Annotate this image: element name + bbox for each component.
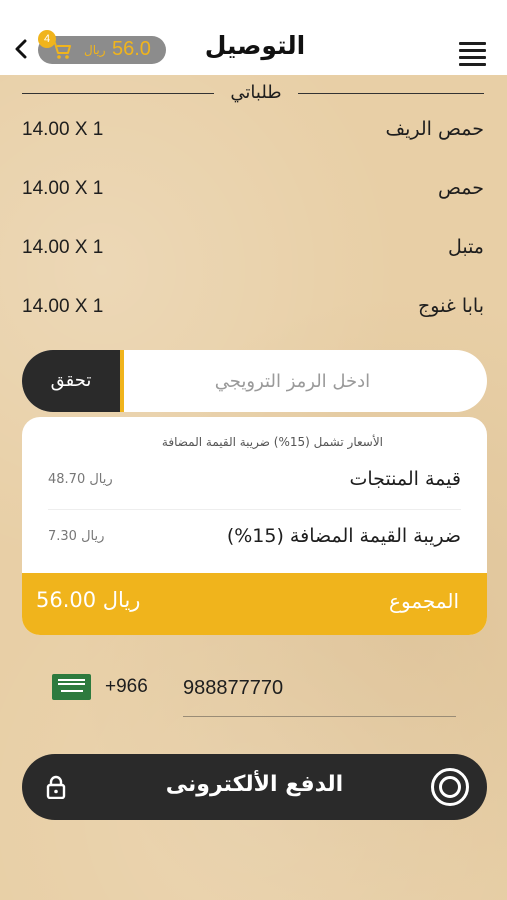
divider [48, 509, 461, 510]
order-qty-price: 14.00 X 1 [22, 237, 104, 258]
cart-amount: 56.0 [112, 38, 151, 60]
order-item: 14.00 X 1 حمص الريف [22, 117, 484, 147]
products-total-row: قيمة المنتجات 48.70 ريال [22, 462, 487, 502]
country-code[interactable]: +966 [105, 676, 148, 698]
phone-number-input[interactable] [183, 670, 456, 706]
app-header: 4 ريال 56.0 التوصيل [0, 0, 507, 75]
order-qty-price: 14.00 X 1 [22, 119, 104, 140]
cart-summary-button[interactable]: 4 ريال 56.0 [38, 30, 166, 64]
order-item: 14.00 X 1 بابا غنوج [22, 294, 484, 324]
vat-row: ضريبة القيمة المضافة (15%) 7.30 ريال [22, 519, 487, 559]
order-item: 14.00 X 1 متبل [22, 235, 484, 265]
vat-note: الأسعار تشمل (15%) ضريبة القيمة المضافة [161, 435, 383, 449]
order-name: متبل [447, 236, 484, 258]
order-qty-price: 14.00 X 1 [22, 296, 104, 317]
hamburger-menu-icon[interactable] [459, 42, 486, 66]
payment-button-label: الدفع الألكترونى [165, 772, 344, 797]
order-item: 14.00 X 1 حمص [22, 176, 484, 206]
radio-selected-icon[interactable] [431, 768, 469, 806]
vat-label: ضريبة القيمة المضافة (15%) [226, 525, 461, 547]
electronic-payment-button[interactable]: الدفع الألكترونى [22, 754, 487, 820]
total-bar: المجموع 56.00 ريال [22, 573, 487, 635]
order-name: بابا غنوج [418, 295, 484, 317]
promo-code-field: تحقق [22, 350, 487, 412]
divider [298, 93, 484, 94]
order-qty-price: 14.00 X 1 [22, 178, 104, 199]
saudi-flag-icon[interactable] [52, 674, 91, 700]
total-value: 56.00 ريال [36, 588, 141, 612]
cart-count-badge: 4 [38, 30, 56, 48]
order-name: حمص [437, 177, 484, 199]
divider [22, 93, 214, 94]
orders-section-title: طلباتي [230, 82, 282, 103]
promo-code-input[interactable] [128, 350, 487, 412]
order-name: حمص الريف [385, 118, 484, 140]
cart-currency: ريال [84, 43, 106, 57]
order-summary-card: الأسعار تشمل (15%) ضريبة القيمة المضافة … [22, 417, 487, 635]
verify-promo-button[interactable]: تحقق [22, 350, 124, 412]
total-label: المجموع [389, 589, 459, 613]
products-total-value: 48.70 ريال [48, 472, 113, 487]
phone-underline [183, 716, 456, 717]
back-chevron-icon[interactable] [10, 37, 32, 61]
orders-section-header: طلباتي [22, 82, 484, 104]
page-title: التوصيل [204, 31, 306, 60]
vat-value: 7.30 ريال [48, 529, 105, 544]
products-total-label: قيمة المنتجات [349, 468, 462, 490]
